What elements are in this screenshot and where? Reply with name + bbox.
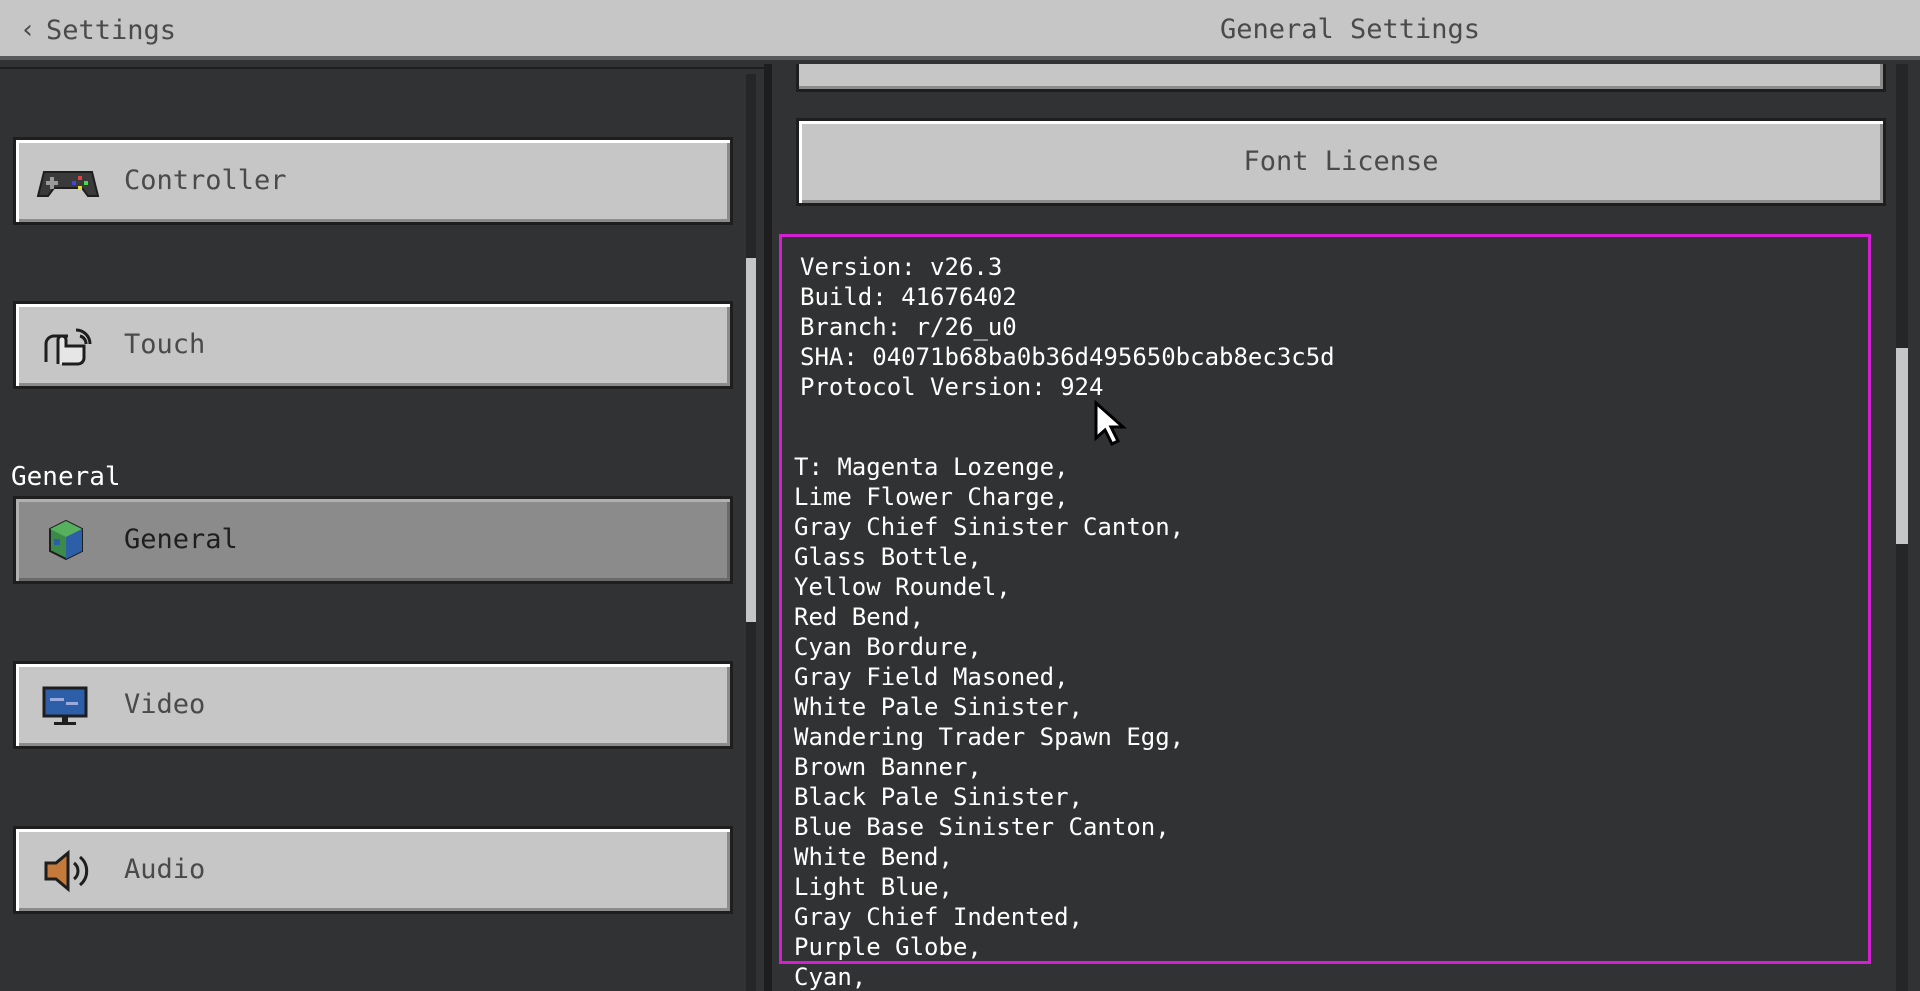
- list-item: Lime Flower Charge,: [794, 483, 1069, 511]
- build-text: Build: 41676402: [800, 283, 1017, 311]
- sidebar-item-touch[interactable]: Touch: [13, 301, 733, 389]
- sidebar-item-controller[interactable]: Controller: [13, 137, 733, 225]
- branch-text: Branch: r/26_u0: [800, 313, 1017, 341]
- controller-icon: [36, 171, 100, 197]
- monitor-icon: [42, 686, 88, 725]
- back-button[interactable]: ‹ Settings: [20, 12, 176, 48]
- globe-icon: [49, 519, 83, 561]
- list-item: Cyan Bordure,: [794, 633, 982, 661]
- partial-button[interactable]: [796, 64, 1886, 92]
- list-item: White Pale Sinister,: [794, 693, 1083, 721]
- list-item: T: Magenta Lozenge,: [794, 453, 1069, 481]
- sidebar-item-label: Audio: [124, 854, 206, 885]
- list-item: Red Bend,: [794, 603, 925, 631]
- list-item: White Bend,: [794, 843, 953, 871]
- sidebar-item-audio[interactable]: Audio: [13, 826, 733, 914]
- back-label: Settings: [46, 14, 177, 46]
- speaker-icon: [44, 849, 89, 893]
- list-item: Glass Bottle,: [794, 543, 982, 571]
- list-item: Yellow Roundel,: [794, 573, 1011, 601]
- chevron-left-icon: ‹: [20, 15, 36, 45]
- list-item: Brown Banner,: [794, 753, 982, 781]
- list-item: Purple Globe,: [794, 933, 982, 961]
- sidebar-scrollbar-thumb[interactable]: [746, 258, 756, 622]
- list-item: Gray Chief Sinister Canton,: [794, 513, 1185, 541]
- font-license-button[interactable]: Font License: [796, 118, 1886, 206]
- protocol-version-text: Protocol Version: 924: [800, 373, 1104, 401]
- sidebar-item-label: General: [124, 524, 238, 555]
- sidebar-item-video[interactable]: Video: [13, 661, 733, 749]
- list-item: Blue Base Sinister Canton,: [794, 813, 1170, 841]
- list-item: Cyan,: [794, 963, 867, 991]
- touch-icon: [44, 328, 92, 366]
- list-item: Wandering Trader Spawn Egg,: [794, 723, 1185, 751]
- page-title: General Settings: [1219, 14, 1481, 45]
- list-item: Light Blue,: [794, 873, 953, 901]
- top-bar: ‹ Settings General Settings: [0, 0, 1920, 60]
- version-info: Version: v26.3 Build: 41676402 Branch: r…: [800, 252, 1335, 402]
- sidebar-item-general[interactable]: General: [13, 496, 733, 584]
- content-scrollbar-thumb[interactable]: [1896, 348, 1908, 544]
- list-item: Gray Field Masoned,: [794, 663, 1069, 691]
- section-label-general: General: [11, 462, 121, 492]
- sha-text: SHA: 04071b68ba0b36d495650bcab8ec3c5d: [800, 343, 1335, 371]
- panel-divider: [764, 64, 772, 991]
- settings-content: Font License Version: v26.3 Build: 41676…: [772, 64, 1920, 991]
- sidebar-item-label: Touch: [124, 329, 206, 360]
- list-item: Gray Chief Indented,: [794, 903, 1083, 931]
- item-list: T: Magenta Lozenge, Lime Flower Charge, …: [794, 452, 1184, 991]
- version-text: Version: v26.3: [800, 253, 1003, 281]
- mouse-cursor-icon: [1094, 400, 1127, 446]
- sidebar-item-label: Video: [124, 689, 206, 720]
- sidebar-item-label: Controller: [124, 165, 287, 196]
- list-item: Black Pale Sinister,: [794, 783, 1083, 811]
